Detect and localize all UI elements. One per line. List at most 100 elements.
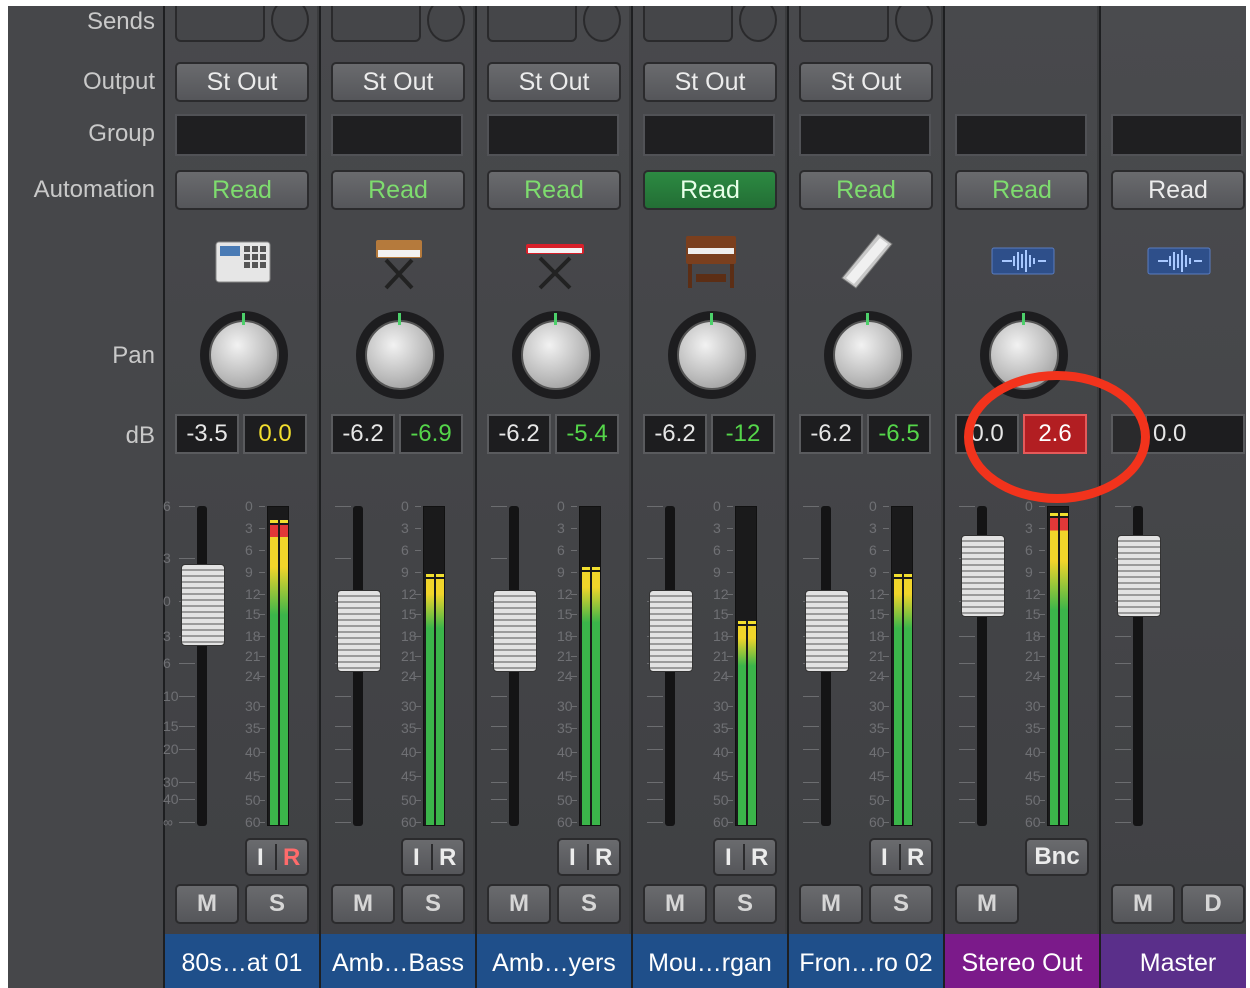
pan-knob-cap bbox=[677, 320, 747, 390]
meter-tick bbox=[571, 528, 577, 529]
send-slot[interactable] bbox=[643, 6, 733, 42]
channel-name[interactable]: Amb…yers bbox=[477, 934, 631, 988]
group-slot[interactable] bbox=[487, 114, 619, 156]
waveform-icon bbox=[990, 228, 1056, 294]
channel-name[interactable]: 80s…at 01 bbox=[165, 934, 319, 988]
peak-readout[interactable]: -5.4 bbox=[555, 414, 619, 454]
solo-button[interactable]: S bbox=[245, 884, 309, 924]
record-enable-button[interactable]: R bbox=[751, 844, 768, 872]
automation-mode-button[interactable]: Read bbox=[1111, 170, 1245, 210]
pan-knob[interactable] bbox=[824, 311, 912, 399]
solo-button[interactable]: S bbox=[401, 884, 465, 924]
send-slot[interactable] bbox=[799, 6, 889, 42]
channel-name[interactable]: Master bbox=[1101, 934, 1246, 988]
send-level-knob[interactable] bbox=[583, 6, 621, 42]
scale-tick bbox=[491, 696, 507, 697]
record-enable-button[interactable]: R bbox=[439, 844, 456, 872]
peak-readout[interactable]: 0.0 bbox=[243, 414, 307, 454]
group-slot[interactable] bbox=[955, 114, 1087, 156]
input-monitor-button[interactable]: I bbox=[413, 844, 420, 872]
mute-button[interactable]: M bbox=[175, 884, 239, 924]
level-meter bbox=[1047, 506, 1069, 826]
send-slot[interactable] bbox=[487, 6, 577, 42]
channel-name[interactable]: Mou…rgan bbox=[633, 934, 787, 988]
volume-fader[interactable] bbox=[805, 590, 849, 672]
record-enable-button[interactable]: R bbox=[907, 844, 924, 872]
meter-tick bbox=[571, 594, 577, 595]
dim-button[interactable]: D bbox=[1181, 884, 1245, 924]
output-button[interactable]: St Out bbox=[643, 62, 777, 102]
send-slot[interactable] bbox=[331, 6, 421, 42]
meter-tick bbox=[259, 676, 265, 677]
pan-knob[interactable] bbox=[668, 311, 756, 399]
record-enable-button[interactable]: R bbox=[283, 844, 300, 872]
volume-fader[interactable] bbox=[181, 564, 225, 646]
pan-knob[interactable] bbox=[200, 311, 288, 399]
mute-button[interactable]: M bbox=[643, 884, 707, 924]
output-button[interactable]: St Out bbox=[175, 62, 309, 102]
volume-fader[interactable] bbox=[337, 590, 381, 672]
input-monitor-button[interactable]: I bbox=[569, 844, 576, 872]
meter-tick bbox=[259, 800, 265, 801]
volume-readout[interactable]: -6.2 bbox=[799, 414, 863, 454]
fader-track[interactable] bbox=[197, 506, 207, 826]
meter-scale-number: 9 bbox=[713, 564, 721, 580]
scale-tick bbox=[491, 749, 507, 750]
send-level-knob[interactable] bbox=[271, 6, 309, 42]
volume-fader[interactable] bbox=[961, 535, 1005, 617]
channel-name[interactable]: Fron…ro 02 bbox=[789, 934, 943, 988]
input-monitor-button[interactable]: I bbox=[725, 844, 732, 872]
group-slot[interactable] bbox=[799, 114, 931, 156]
send-level-knob[interactable] bbox=[739, 6, 777, 42]
peak-readout[interactable]: -12 bbox=[711, 414, 775, 454]
send-level-knob[interactable] bbox=[427, 6, 465, 42]
mute-button[interactable]: M bbox=[799, 884, 863, 924]
automation-mode-button[interactable]: Read bbox=[799, 170, 933, 210]
input-monitor-button[interactable]: I bbox=[257, 844, 264, 872]
volume-readout[interactable]: -6.2 bbox=[487, 414, 551, 454]
volume-readout[interactable]: -6.2 bbox=[643, 414, 707, 454]
group-slot[interactable] bbox=[175, 114, 307, 156]
channel-name[interactable]: Stereo Out bbox=[945, 934, 1099, 988]
solo-button[interactable]: S bbox=[557, 884, 621, 924]
peak-readout[interactable]: -6.9 bbox=[399, 414, 463, 454]
volume-readout[interactable]: -3.5 bbox=[175, 414, 239, 454]
output-button[interactable]: St Out bbox=[487, 62, 621, 102]
mute-button[interactable]: M bbox=[331, 884, 395, 924]
scale-tick bbox=[335, 558, 351, 559]
automation-mode-button[interactable]: Read bbox=[643, 170, 777, 210]
pan-knob[interactable] bbox=[356, 311, 444, 399]
automation-mode-button[interactable]: Read bbox=[175, 170, 309, 210]
mute-button[interactable]: M bbox=[955, 884, 1019, 924]
peak-readout[interactable]: -6.5 bbox=[867, 414, 931, 454]
channel-name[interactable]: Amb…Bass bbox=[321, 934, 475, 988]
meter-scale-number: 6 bbox=[1025, 542, 1033, 558]
solo-button[interactable]: S bbox=[713, 884, 777, 924]
output-button[interactable]: St Out bbox=[331, 62, 465, 102]
fader-scale-number: 3 bbox=[163, 550, 171, 566]
output-button[interactable]: St Out bbox=[799, 62, 933, 102]
volume-fader[interactable] bbox=[493, 590, 537, 672]
volume-readout[interactable]: -6.2 bbox=[331, 414, 395, 454]
record-enable-button[interactable]: R bbox=[595, 844, 612, 872]
meter-tick bbox=[415, 706, 421, 707]
mute-button[interactable]: M bbox=[1111, 884, 1175, 924]
meter-tick bbox=[1039, 506, 1045, 507]
send-level-knob[interactable] bbox=[895, 6, 933, 42]
automation-mode-button[interactable]: Read bbox=[955, 170, 1089, 210]
bounce-button[interactable]: Bnc bbox=[1025, 838, 1089, 876]
volume-fader[interactable] bbox=[649, 590, 693, 672]
group-slot[interactable] bbox=[643, 114, 775, 156]
group-slot[interactable] bbox=[1111, 114, 1243, 156]
group-slot[interactable] bbox=[331, 114, 463, 156]
solo-button[interactable]: S bbox=[869, 884, 933, 924]
scale-tick bbox=[335, 726, 351, 727]
automation-mode-button[interactable]: Read bbox=[331, 170, 465, 210]
pan-knob[interactable] bbox=[512, 311, 600, 399]
meter-tick bbox=[259, 594, 265, 595]
automation-mode-button[interactable]: Read bbox=[487, 170, 621, 210]
mute-button[interactable]: M bbox=[487, 884, 551, 924]
input-monitor-button[interactable]: I bbox=[881, 844, 888, 872]
send-slot[interactable] bbox=[175, 6, 265, 42]
volume-fader[interactable] bbox=[1117, 535, 1161, 617]
